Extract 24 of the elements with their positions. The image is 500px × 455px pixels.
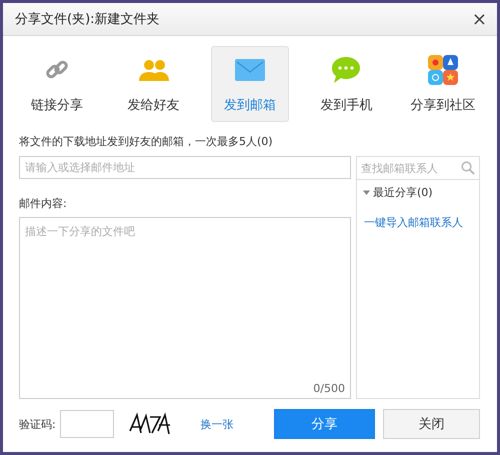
search-icon bbox=[461, 161, 475, 175]
content-label: 邮件内容: bbox=[19, 196, 68, 211]
envelope-icon bbox=[234, 59, 265, 81]
window-title: 分享文件(夹):新建文件夹 bbox=[15, 11, 160, 28]
community-apps-icon bbox=[428, 55, 458, 85]
caret-icon bbox=[363, 189, 370, 196]
email-input[interactable]: 请输入或选择邮件地址 bbox=[19, 156, 351, 179]
close-button[interactable]: 关闭 bbox=[383, 409, 480, 439]
captcha-input[interactable] bbox=[60, 410, 114, 438]
share-tab[interactable]: 发给好友 bbox=[114, 46, 193, 122]
char-counter: 0/500 bbox=[313, 382, 345, 395]
captcha-label: 验证码: bbox=[19, 416, 56, 432]
share-tab[interactable]: 分享到社区 bbox=[404, 46, 482, 122]
share-tab[interactable]: 链接分享 bbox=[18, 46, 96, 122]
people-icon bbox=[138, 58, 170, 82]
contact-group[interactable]: 最近分享(0) bbox=[357, 180, 479, 205]
import-contacts-link[interactable]: 一键导入邮箱联系人 bbox=[357, 205, 479, 240]
share-tab[interactable]: 发到邮箱 bbox=[210, 46, 290, 122]
refresh-captcha-link[interactable]: 换一张 bbox=[200, 416, 234, 432]
share-button[interactable]: 分享 bbox=[274, 409, 375, 439]
close-button[interactable]: × bbox=[472, 8, 487, 30]
chat-bubble-icon bbox=[331, 56, 362, 84]
share-tab[interactable]: 发到手机 bbox=[307, 46, 386, 122]
hint-text: 将文件的下载地址发到好友的邮箱，一次最多5人(0) bbox=[19, 134, 274, 149]
